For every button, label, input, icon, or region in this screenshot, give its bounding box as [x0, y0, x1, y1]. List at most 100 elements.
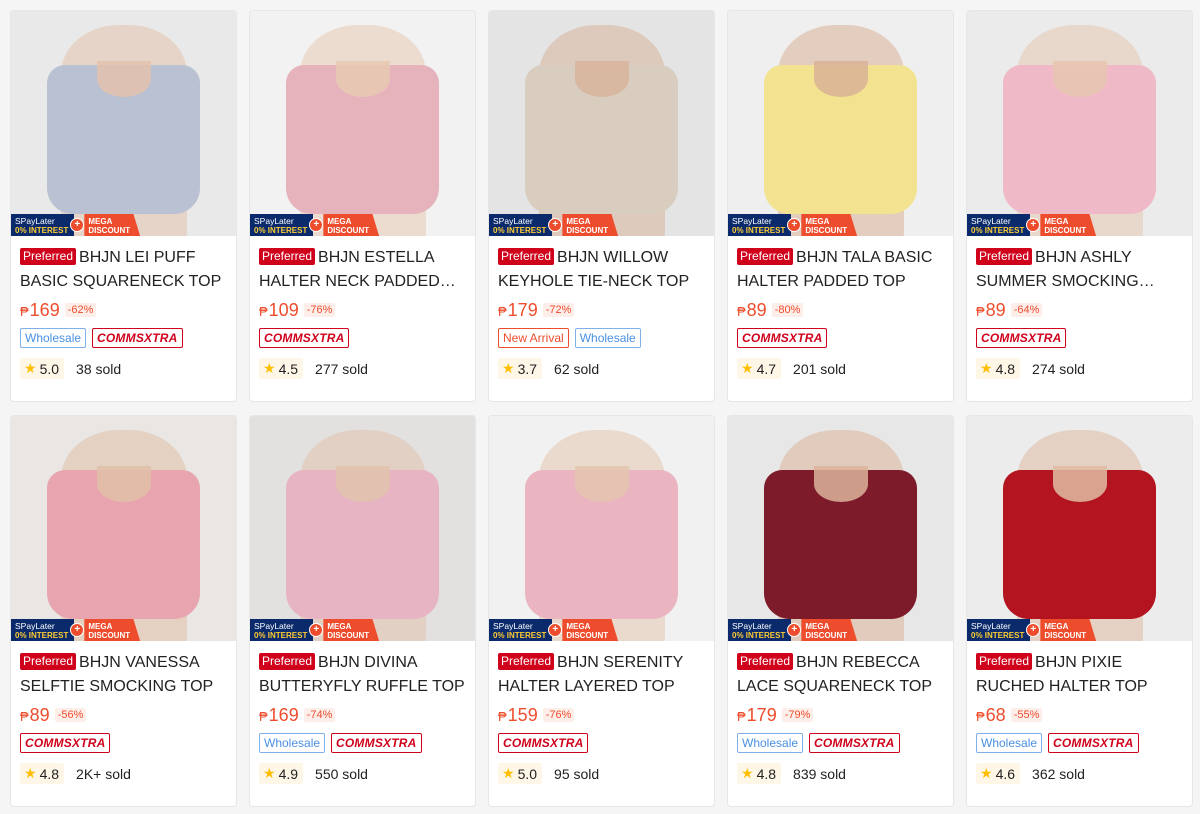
product-info: Preferred BHJN PIXIE RUCHED HALTER TOP ₱6…: [967, 641, 1192, 784]
product-title[interactable]: Preferred BHJN WILLOW KEYHOLE TIE-NECK TO…: [498, 246, 705, 294]
zero-interest-label: 0% INTEREST: [971, 631, 1025, 640]
mega-discount-badge: MEGA DISCOUNT: [1040, 214, 1097, 236]
preferred-badge: Preferred: [20, 248, 77, 265]
product-grid: SPayLater 0% INTEREST + MEGA DISCOUNT Pr…: [0, 0, 1200, 807]
product-meta: ★ 4.8 274 sold: [976, 358, 1183, 379]
promo-badge-bar: SPayLater 0% INTEREST + MEGA DISCOUNT: [250, 214, 380, 236]
mega-label: MEGA: [805, 622, 830, 631]
product-image[interactable]: SPayLater 0% INTEREST + MEGA DISCOUNT: [489, 11, 714, 236]
commsxtra-tag: COMMSXTRA: [259, 328, 350, 348]
product-tags: Wholesale COMMSXTRA: [976, 732, 1183, 754]
promo-badge-bar: SPayLater 0% INTEREST + MEGA DISCOUNT: [489, 619, 619, 641]
product-image[interactable]: SPayLater 0% INTEREST + MEGA DISCOUNT: [11, 11, 236, 236]
product-card[interactable]: SPayLater 0% INTEREST + MEGA DISCOUNT Pr…: [249, 415, 476, 807]
product-meta: ★ 5.0 95 sold: [498, 763, 705, 784]
product-title[interactable]: Preferred BHJN DIVINA BUTTERYFLY RUFFLE T…: [259, 651, 466, 699]
spaylater-label: SPayLater: [732, 216, 772, 226]
price-value: 169: [29, 299, 60, 320]
currency-symbol: ₱: [737, 708, 746, 724]
star-icon: ★: [980, 360, 993, 376]
promo-badge-bar: SPayLater 0% INTEREST + MEGA DISCOUNT: [11, 619, 141, 641]
garment-neckline: [1052, 60, 1107, 97]
discount-badge: -62%: [64, 303, 97, 317]
price-row: ₱89 -80%: [737, 298, 944, 322]
preferred-badge: Preferred: [259, 653, 316, 670]
product-info: Preferred BHJN DIVINA BUTTERYFLY RUFFLE T…: [250, 641, 475, 784]
commsxtra-tag: COMMSXTRA: [737, 328, 828, 348]
currency-symbol: ₱: [737, 303, 746, 319]
product-title[interactable]: Preferred BHJN VANESSA SELFTIE SMOCKING T…: [20, 651, 227, 699]
rating-value: 5.0: [517, 765, 538, 782]
product-image[interactable]: SPayLater 0% INTEREST + MEGA DISCOUNT: [967, 416, 1192, 641]
preferred-badge: Preferred: [498, 653, 555, 670]
rating-badge: ★ 4.7: [737, 358, 782, 379]
rating-badge: ★ 3.7: [498, 358, 543, 379]
product-title[interactable]: PreferredBHJN ASHLY SUMMER SMOCKING TUBE…: [976, 246, 1183, 294]
discount-label: DISCOUNT: [1044, 631, 1087, 640]
price-value: 68: [985, 704, 1006, 725]
product-card[interactable]: SPayLater 0% INTEREST + MEGA DISCOUNT Pr…: [249, 10, 476, 402]
mega-label: MEGA: [1044, 622, 1069, 631]
discount-badge: -79%: [781, 708, 814, 722]
spaylater-badge: SPayLater 0% INTEREST: [967, 214, 1031, 236]
product-title[interactable]: Preferred BHJN SERENITY HALTER LAYERED TO…: [498, 651, 705, 699]
product-title[interactable]: Preferred BHJN ESTELLA HALTER NECK PADDED…: [259, 246, 466, 294]
product-card[interactable]: SPayLater 0% INTEREST + MEGA DISCOUNT Pr…: [727, 10, 954, 402]
product-title[interactable]: Preferred BHJN PIXIE RUCHED HALTER TOP: [976, 651, 1183, 699]
product-title[interactable]: Preferred BHJN TALA BASIC HALTER PADDED T…: [737, 246, 944, 294]
zero-interest-label: 0% INTEREST: [493, 631, 547, 640]
product-image[interactable]: SPayLater 0% INTEREST + MEGA DISCOUNT: [250, 11, 475, 236]
spaylater-label: SPayLater: [254, 621, 294, 631]
product-image[interactable]: SPayLater 0% INTEREST + MEGA DISCOUNT: [728, 416, 953, 641]
product-price: ₱159: [498, 705, 538, 726]
price-value: 109: [268, 299, 299, 320]
mega-label: MEGA: [566, 217, 591, 226]
price-value: 179: [507, 299, 538, 320]
discount-label: DISCOUNT: [1044, 226, 1087, 235]
product-title[interactable]: Preferred BHJN REBECCA LACE SQUARENECK TO…: [737, 651, 944, 699]
garment-neckline: [813, 465, 868, 502]
discount-badge: -76%: [303, 303, 336, 317]
product-title[interactable]: Preferred BHJN LEI PUFF BASIC SQUARENECK …: [20, 246, 227, 294]
plus-icon: +: [309, 623, 324, 637]
price-row: ₱89 -56%: [20, 703, 227, 727]
plus-icon: +: [787, 218, 802, 232]
product-image[interactable]: SPayLater 0% INTEREST + MEGA DISCOUNT: [489, 416, 714, 641]
product-card[interactable]: SPayLater 0% INTEREST + MEGA DISCOUNT Pr…: [10, 415, 237, 807]
product-card[interactable]: SPayLater 0% INTEREST + MEGA DISCOUNT Pr…: [966, 10, 1193, 402]
star-icon: ★: [24, 360, 37, 376]
product-meta: ★ 3.7 62 sold: [498, 358, 705, 379]
star-icon: ★: [741, 765, 754, 781]
currency-symbol: ₱: [976, 708, 985, 724]
price-row: ₱179 -79%: [737, 703, 944, 727]
wholesale-tag: Wholesale: [976, 733, 1043, 753]
currency-symbol: ₱: [498, 708, 507, 724]
wholesale-tag: Wholesale: [259, 733, 326, 753]
product-card[interactable]: SPayLater 0% INTEREST + MEGA DISCOUNT Pr…: [966, 415, 1193, 807]
product-meta: ★ 4.5 277 sold: [259, 358, 466, 379]
star-icon: ★: [263, 360, 276, 376]
product-card[interactable]: SPayLater 0% INTEREST + MEGA DISCOUNT Pr…: [727, 415, 954, 807]
star-icon: ★: [741, 360, 754, 376]
product-image[interactable]: SPayLater 0% INTEREST + MEGA DISCOUNT: [250, 416, 475, 641]
product-price: ₱179: [737, 705, 777, 726]
product-info: Preferred BHJN LEI PUFF BASIC SQUARENECK …: [11, 236, 236, 379]
product-image[interactable]: SPayLater 0% INTEREST + MEGA DISCOUNT: [728, 11, 953, 236]
preferred-badge: Preferred: [737, 248, 794, 265]
spaylater-label: SPayLater: [493, 216, 533, 226]
sold-count: 95 sold: [554, 765, 600, 782]
product-card[interactable]: SPayLater 0% INTEREST + MEGA DISCOUNT Pr…: [488, 10, 715, 402]
promo-badge-bar: SPayLater 0% INTEREST + MEGA DISCOUNT: [489, 214, 619, 236]
zero-interest-label: 0% INTEREST: [15, 631, 69, 640]
zero-interest-label: 0% INTEREST: [732, 226, 786, 235]
product-card[interactable]: SPayLater 0% INTEREST + MEGA DISCOUNT Pr…: [488, 415, 715, 807]
garment-neckline: [574, 60, 629, 97]
price-value: 89: [29, 704, 50, 725]
spaylater-badge: SPayLater 0% INTEREST: [967, 619, 1031, 641]
product-image[interactable]: SPayLater 0% INTEREST + MEGA DISCOUNT: [967, 11, 1192, 236]
product-card[interactable]: SPayLater 0% INTEREST + MEGA DISCOUNT Pr…: [10, 10, 237, 402]
product-price: ₱179: [498, 300, 538, 321]
plus-icon: +: [70, 218, 85, 232]
product-image[interactable]: SPayLater 0% INTEREST + MEGA DISCOUNT: [11, 416, 236, 641]
garment-neckline: [96, 465, 151, 502]
